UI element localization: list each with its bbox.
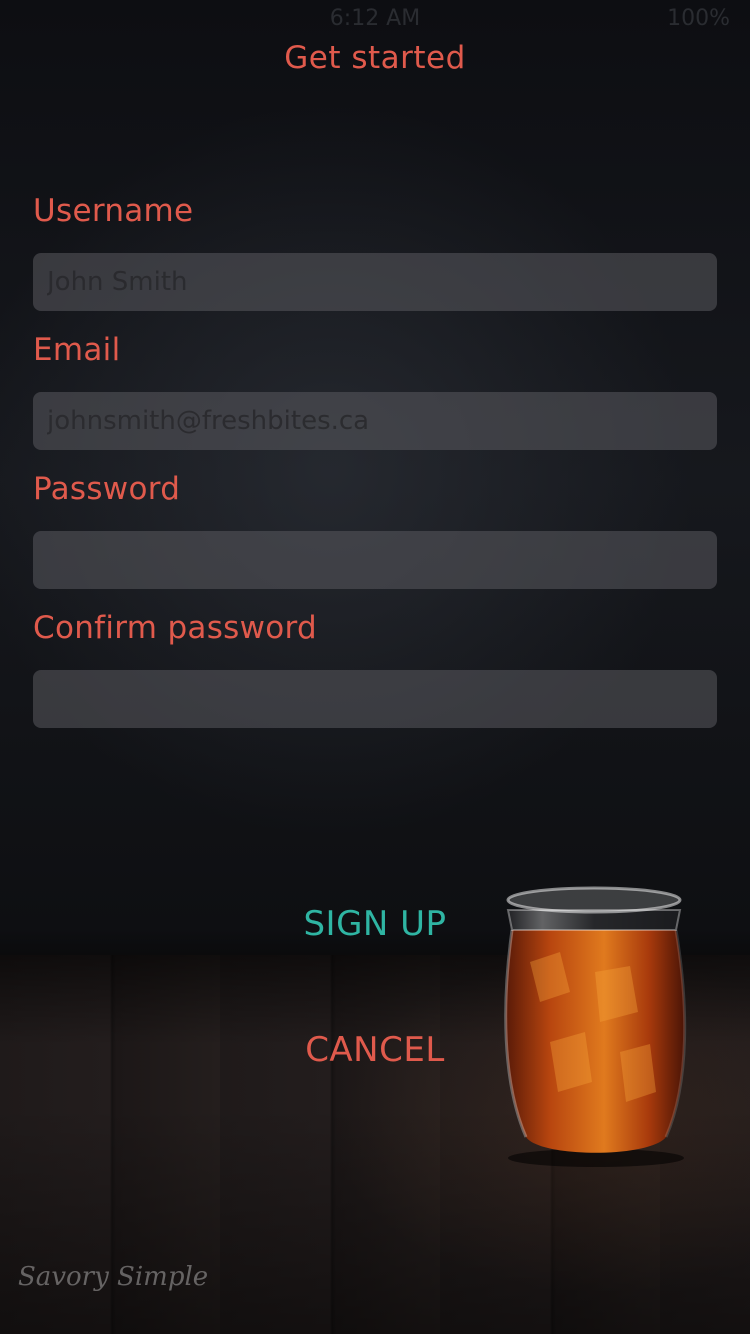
password-input[interactable] — [33, 531, 717, 589]
username-input[interactable] — [33, 253, 717, 311]
status-time: 6:12 AM — [329, 6, 421, 31]
cancel-button[interactable]: CANCEL — [0, 1030, 750, 1070]
confirm-password-input[interactable] — [33, 670, 717, 728]
username-label: Username — [33, 193, 194, 229]
status-bar: 6:12 AM 100% — [0, 0, 750, 40]
password-label: Password — [33, 471, 181, 507]
confirm-password-label: Confirm password — [33, 610, 318, 646]
email-input[interactable] — [33, 392, 717, 450]
page-title: Get started — [284, 40, 466, 76]
email-label: Email — [33, 332, 121, 368]
watermark-text: Savory Simple — [18, 1262, 209, 1292]
battery-label: 100% — [667, 6, 730, 31]
battery-indicator: 100% — [667, 6, 730, 31]
sign-up-button[interactable]: SIGN UP — [0, 904, 750, 944]
